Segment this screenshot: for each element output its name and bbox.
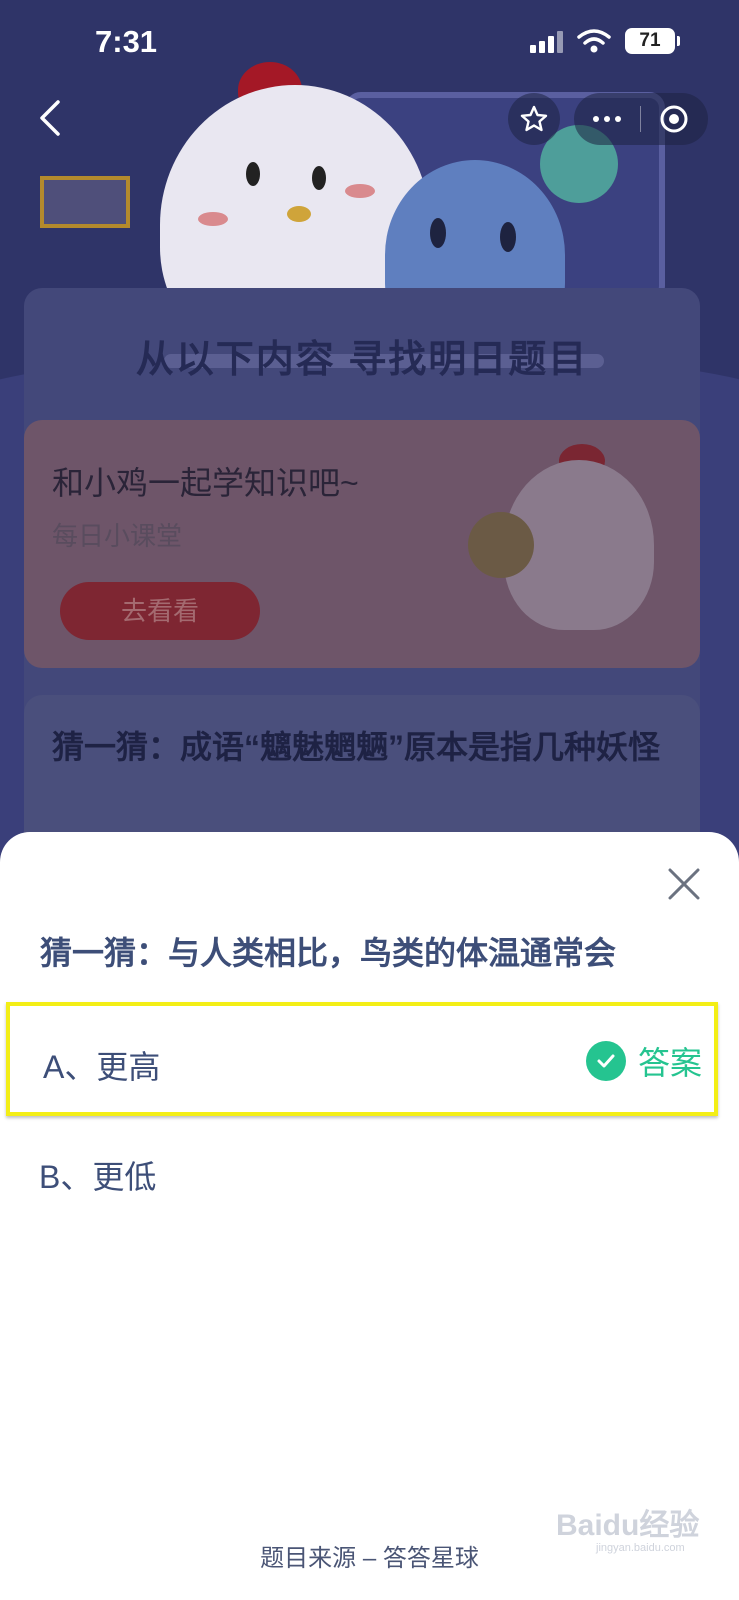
signal-icon [530, 29, 563, 53]
promo-title: 和小鸡一起学知识吧~ [52, 465, 359, 501]
more-dots-icon[interactable] [574, 93, 640, 145]
option-b-label: B、更低 [39, 1159, 157, 1195]
chick-beak [287, 206, 311, 222]
alien-eye [500, 222, 516, 252]
answer-label: 答案 [637, 1045, 702, 1081]
badge-frame-graphic [40, 176, 130, 228]
chick-eye [246, 162, 260, 186]
chick-eye [312, 166, 326, 190]
watermark-logo: Baidu经验 [556, 1509, 700, 1542]
check-icon [585, 1041, 626, 1081]
page-headline: 从以下内容 寻找明日题目 [135, 339, 589, 381]
chick-cheek [345, 184, 375, 198]
question-title: 猜一猜：与人类相比，鸟类的体温通常会 [40, 935, 617, 971]
wifi-icon [577, 29, 611, 53]
mini-program-capsule [574, 93, 708, 145]
battery-icon: 71 [625, 28, 680, 54]
chevron-left-icon[interactable] [32, 96, 72, 140]
alien-eye [430, 218, 446, 248]
bouquet-graphic [468, 512, 534, 578]
promo-card[interactable]: 和小鸡一起学知识吧~ 每日小课堂 去看看 [24, 420, 700, 668]
watermark-url: jingyan.baidu.com [596, 1542, 685, 1554]
option-b[interactable]: B、更低 [6, 1116, 718, 1230]
option-a[interactable]: A、更高 答案 [6, 1002, 718, 1116]
status-time: 7:31 [95, 24, 158, 59]
target-icon[interactable] [641, 93, 707, 145]
status-icons: 71 [530, 28, 680, 54]
favorite-button[interactable] [508, 93, 560, 145]
go-see-button[interactable]: 去看看 [60, 582, 260, 640]
option-a-label: A、更高 [43, 1049, 161, 1085]
answer-sheet: 猜一猜：与人类相比，鸟类的体温通常会 A、更高 答案 B、更低 题目来源 – 答… [0, 832, 739, 1600]
close-icon[interactable] [666, 866, 702, 902]
chick-cheek [198, 212, 228, 226]
answer-badge: 答案 [585, 1038, 702, 1084]
promo-subtitle: 每日小课堂 [52, 521, 183, 551]
quiz-card-title: 猜一猜：成语“魑魅魍魉”原本是指几种妖怪 [52, 729, 661, 765]
star-icon [520, 105, 548, 132]
